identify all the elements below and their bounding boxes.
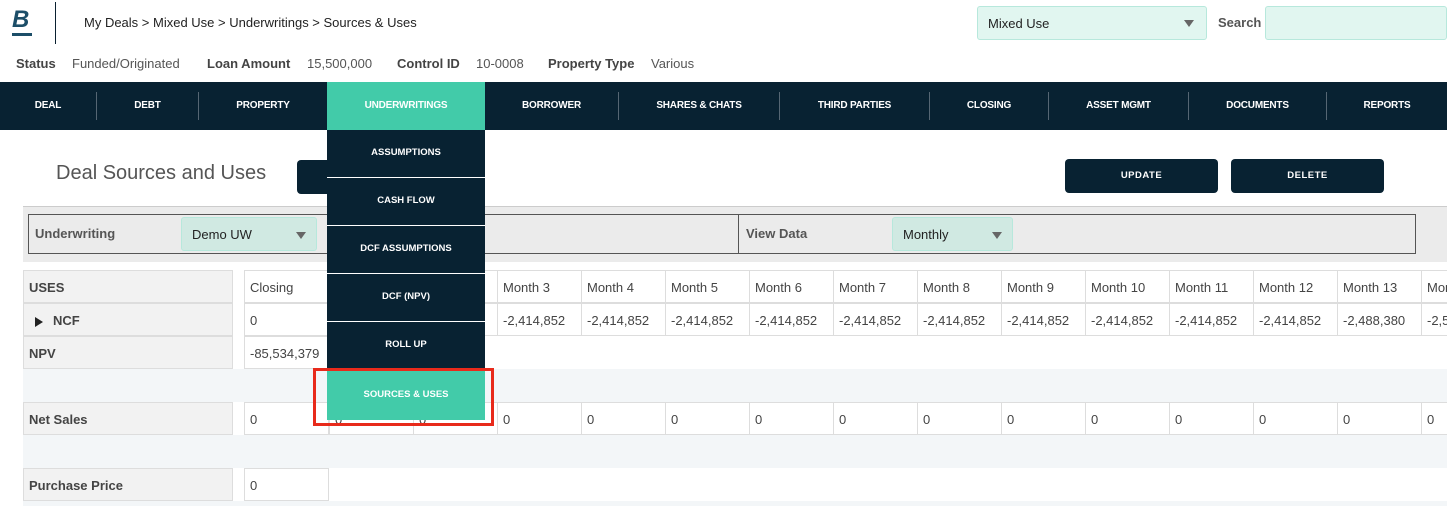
ncf-cell: -2,414,852 [1085, 303, 1170, 336]
column-header: Month 9 [1001, 270, 1086, 303]
net-sales-cell[interactable]: 0 [1253, 402, 1338, 435]
column-header: Month 7 [833, 270, 918, 303]
ncf-cell: -2,414,852 [917, 303, 1002, 336]
purchase-price-row-label: Purchase Price [23, 468, 233, 501]
status-label: Status [16, 56, 56, 71]
column-header: Month 5 [665, 270, 750, 303]
column-header: Month 12 [1253, 270, 1338, 303]
header-divider [55, 2, 56, 44]
net-sales-cell[interactable]: 0 [749, 402, 834, 435]
view-data-select-value: Monthly [903, 227, 949, 242]
net-sales-cell[interactable]: 0 [1337, 402, 1422, 435]
nav-deal[interactable]: DEAL [0, 82, 96, 130]
nav-reports[interactable]: REPORTS [1327, 82, 1447, 130]
ncf-cell: -2,5 [1421, 303, 1447, 336]
nav-property[interactable]: PROPERTY [199, 82, 327, 130]
control-id-value: 10-0008 [476, 56, 524, 71]
nav-asset-mgmt[interactable]: ASSET MGMT [1049, 82, 1188, 130]
menu-item-dcf-npv[interactable]: DCF (NPV) [327, 274, 485, 322]
expand-triangle-icon[interactable] [35, 316, 43, 327]
ncf-cell: -2,414,852 [665, 303, 750, 336]
chevron-down-icon [296, 232, 306, 239]
ncf-cell: 0 [244, 303, 329, 336]
spacer-band [23, 435, 1447, 468]
main-nav: DEAL DEBT PROPERTY UNDERWRITINGS BORROWE… [0, 82, 1447, 130]
nav-underwritings[interactable]: UNDERWRITINGS [327, 82, 485, 130]
loan-amount-value: 15,500,000 [307, 56, 373, 71]
column-header: Month 3 [497, 270, 582, 303]
delete-button[interactable]: DELETE [1231, 159, 1384, 193]
update-button[interactable]: UPDATE [1065, 159, 1218, 193]
net-sales-cell[interactable]: 0 [1001, 402, 1086, 435]
spacer-band [23, 501, 1447, 506]
ncf-cell: -2,414,852 [749, 303, 834, 336]
underwriting-label: Underwriting [35, 226, 116, 241]
nav-closing[interactable]: CLOSING [930, 82, 1048, 130]
net-sales-cell[interactable]: 0 [581, 402, 666, 435]
ncf-row-label[interactable]: NCF [23, 303, 233, 336]
net-sales-cell[interactable]: 0 [1169, 402, 1254, 435]
net-sales-row-label: Net Sales [23, 402, 233, 435]
highlight-annotation [313, 368, 494, 426]
column-header: Month 14 [1421, 270, 1447, 303]
property-type-label: Property Type [548, 56, 635, 71]
ncf-cell: -2,414,852 [497, 303, 582, 336]
search-label: Search [1218, 15, 1262, 30]
net-sales-cell[interactable]: 0 [665, 402, 750, 435]
menu-item-dcf-assumptions[interactable]: DCF ASSUMPTIONS [327, 226, 485, 274]
ncf-cell: -2,414,852 [1001, 303, 1086, 336]
ncf-cell: -2,488,380 [1337, 303, 1422, 336]
net-sales-cell[interactable]: 0 [497, 402, 582, 435]
property-type-value: Various [651, 56, 695, 71]
column-header: Month 13 [1337, 270, 1422, 303]
menu-item-assumptions[interactable]: ASSUMPTIONS [327, 130, 485, 178]
breadcrumb[interactable]: My Deals > Mixed Use > Underwritings > S… [84, 15, 417, 30]
loan-amount-label: Loan Amount [207, 56, 291, 71]
column-header: Month 8 [917, 270, 1002, 303]
chevron-down-icon [1184, 20, 1194, 27]
ncf-cell: -2,414,852 [1169, 303, 1254, 336]
column-header: Month 10 [1085, 270, 1170, 303]
underwriting-select-value: Demo UW [192, 227, 252, 242]
ncf-cell: -2,414,852 [833, 303, 918, 336]
control-id-label: Control ID [397, 56, 460, 71]
npv-row-label: NPV [23, 336, 233, 369]
nav-third-parties[interactable]: THIRD PARTIES [780, 82, 929, 130]
page-title: Deal Sources and Uses [56, 162, 267, 184]
nav-shares-chats[interactable]: SHARES & CHATS [619, 82, 779, 130]
menu-item-cash-flow[interactable]: CASH FLOW [327, 178, 485, 226]
net-sales-cell[interactable]: 0 [1421, 402, 1447, 435]
chevron-down-icon [992, 232, 1002, 239]
filter-divider [738, 214, 739, 254]
deal-select[interactable]: Mixed Use [977, 6, 1207, 40]
underwriting-select[interactable]: Demo UW [181, 217, 317, 251]
column-header: Month 11 [1169, 270, 1254, 303]
status-value: Funded/Originated [72, 56, 180, 71]
nav-debt[interactable]: DEBT [97, 82, 198, 130]
view-data-label: View Data [746, 226, 808, 241]
nav-borrower[interactable]: BORROWER [485, 82, 618, 130]
nav-documents[interactable]: DOCUMENTS [1189, 82, 1326, 130]
search-input[interactable] [1265, 6, 1447, 40]
menu-item-roll-up[interactable]: ROLL UP [327, 322, 485, 370]
column-header: Month 4 [581, 270, 666, 303]
column-header: Closing [244, 270, 329, 303]
spacer-band [23, 369, 1447, 402]
net-sales-cell[interactable]: 0 [833, 402, 918, 435]
uses-header: USES [23, 270, 233, 303]
ncf-cell: -2,414,852 [1253, 303, 1338, 336]
view-data-select[interactable]: Monthly [892, 217, 1013, 251]
net-sales-cell[interactable]: 0 [917, 402, 1002, 435]
app-logo[interactable]: B [12, 8, 32, 36]
ncf-cell: -2,414,852 [581, 303, 666, 336]
column-header: Month 6 [749, 270, 834, 303]
net-sales-cell[interactable]: 0 [1085, 402, 1170, 435]
npv-value: -85,534,379 [244, 336, 329, 369]
deal-select-value: Mixed Use [988, 16, 1050, 31]
purchase-price-value[interactable]: 0 [244, 468, 329, 501]
